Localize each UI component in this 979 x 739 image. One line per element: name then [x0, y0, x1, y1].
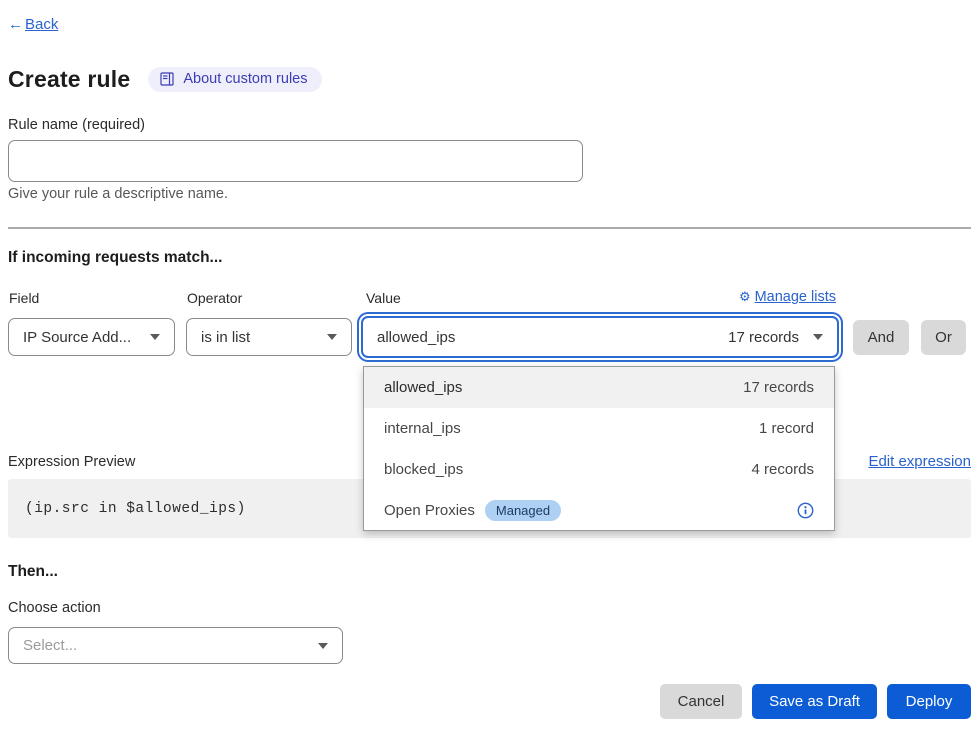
- book-icon: [160, 72, 175, 86]
- list-item-blocked-ips[interactable]: blocked_ips 4 records: [364, 449, 834, 490]
- list-item-open-proxies[interactable]: Open Proxies Managed: [364, 490, 834, 531]
- value-dropdown-panel: allowed_ips 17 records internal_ips 1 re…: [363, 366, 835, 531]
- chevron-down-icon: [813, 334, 823, 340]
- list-item-record-count: 17 records: [743, 379, 814, 396]
- chevron-down-icon: [150, 334, 160, 340]
- list-item-name: allowed_ips: [384, 379, 462, 396]
- create-rule-page: ←Back Create rule About custom rules Rul…: [0, 0, 979, 739]
- edit-expression-link[interactable]: Edit expression: [868, 453, 971, 470]
- title-row: Create rule About custom rules: [8, 66, 322, 93]
- value-select[interactable]: allowed_ips 17 records: [361, 316, 839, 358]
- list-item-name: Open Proxies: [384, 502, 475, 519]
- and-button[interactable]: And: [853, 320, 909, 355]
- operator-label: Operator: [187, 290, 242, 306]
- list-item-internal-ips[interactable]: internal_ips 1 record: [364, 408, 834, 449]
- save-as-draft-button[interactable]: Save as Draft: [752, 684, 877, 719]
- section-divider: [8, 227, 971, 229]
- value-select-record-count: 17 records: [728, 329, 799, 346]
- manage-lists-label: Manage lists: [755, 289, 836, 305]
- field-label: Field: [9, 290, 39, 306]
- action-select[interactable]: Select...: [8, 627, 343, 664]
- then-section-heading: Then...: [8, 563, 58, 581]
- back-arrow-icon: ←: [8, 16, 23, 33]
- cancel-button[interactable]: Cancel: [660, 684, 742, 719]
- operator-select-value: is in list: [201, 329, 250, 346]
- about-custom-rules-link[interactable]: About custom rules: [148, 67, 321, 92]
- page-title: Create rule: [8, 66, 130, 93]
- rule-name-label: Rule name (required): [8, 117, 145, 133]
- field-select[interactable]: IP Source Add...: [8, 318, 175, 356]
- or-button[interactable]: Or: [921, 320, 966, 355]
- manage-lists-link[interactable]: ⚙ Manage lists: [730, 289, 836, 305]
- choose-action-label: Choose action: [8, 600, 101, 616]
- managed-badge: Managed: [485, 500, 561, 521]
- value-select-value: allowed_ips: [377, 329, 455, 346]
- expression-preview-label: Expression Preview: [8, 454, 135, 470]
- action-select-placeholder: Select...: [23, 637, 77, 654]
- operator-select[interactable]: is in list: [186, 318, 352, 356]
- rule-name-input[interactable]: [8, 140, 583, 182]
- list-item-name: internal_ips: [384, 420, 461, 437]
- chevron-down-icon: [327, 334, 337, 340]
- expression-code: (ip.src in $allowed_ips): [25, 501, 246, 517]
- list-item-record-count: 4 records: [751, 461, 814, 478]
- about-custom-rules-label: About custom rules: [183, 71, 307, 87]
- chevron-down-icon: [318, 643, 328, 649]
- match-section-heading: If incoming requests match...: [8, 249, 222, 267]
- rule-name-helper-text: Give your rule a descriptive name.: [8, 186, 228, 202]
- list-item-record-count: 1 record: [759, 420, 814, 437]
- list-item-allowed-ips[interactable]: allowed_ips 17 records: [364, 367, 834, 408]
- back-label: Back: [25, 16, 58, 33]
- deploy-button[interactable]: Deploy: [887, 684, 971, 719]
- field-select-value: IP Source Add...: [23, 329, 131, 346]
- info-icon[interactable]: [797, 502, 814, 519]
- back-link[interactable]: ←Back: [8, 16, 58, 33]
- list-item-name: blocked_ips: [384, 461, 463, 478]
- gear-icon: ⚙: [739, 289, 751, 305]
- value-label: Value: [366, 290, 401, 306]
